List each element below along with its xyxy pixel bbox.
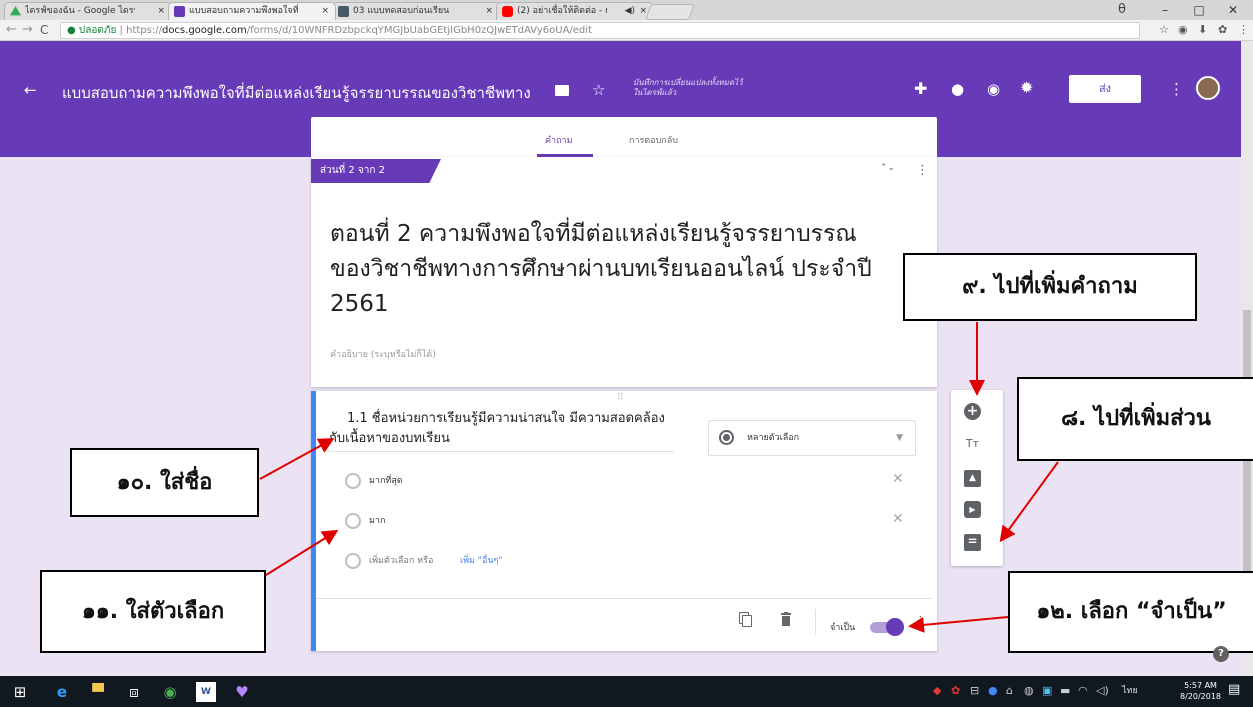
- edge-icon[interactable]: e: [52, 682, 72, 702]
- arrow-to-question-title: [259, 438, 335, 480]
- volume-icon[interactable]: ◁): [1096, 684, 1109, 698]
- browser-tab-forms[interactable]: แบบสอบถามความพึงพอใจที่มี ×: [168, 2, 336, 20]
- chrome-icon[interactable]: ◉: [160, 682, 180, 702]
- maps-pin-icon[interactable]: ♥: [232, 682, 252, 702]
- clock-time: 5:57 AM: [1184, 681, 1217, 690]
- tray-app-icon[interactable]: ▣: [1042, 684, 1052, 698]
- arrow-to-required: [908, 616, 1009, 633]
- bluetooth-icon[interactable]: ●: [988, 684, 998, 698]
- shield-icon[interactable]: ◆: [933, 684, 941, 698]
- wifi-icon[interactable]: ◠: [1078, 684, 1088, 698]
- file-explorer-icon[interactable]: ▀: [88, 682, 108, 702]
- windows-taskbar: ⊞ e ▀ ⧈ ◉ W ♥ ◆ ✿ ⊟ ● ⌂ ◍ ▣ ▬ ◠ ◁) ไทย ▤: [0, 676, 1253, 707]
- close-icon[interactable]: ×: [321, 3, 329, 19]
- language-indicator[interactable]: ไทย: [1122, 684, 1138, 698]
- tray-app-icon[interactable]: ◍: [1024, 684, 1034, 698]
- arrow-to-add-section: [999, 461, 1059, 543]
- tray-app-icon[interactable]: ✿: [951, 684, 960, 698]
- arrow-to-options: [265, 529, 339, 576]
- clock-date: 8/20/2018: [1180, 692, 1222, 701]
- store-icon[interactable]: ⧈: [124, 682, 144, 702]
- forms-icon: [174, 6, 185, 17]
- screenshot-root: ไดรฟ์ของฉัน - Google ไดรฟ์ × แบบสอบถามคว…: [0, 0, 1253, 707]
- tab-label: แบบสอบถามความพึงพอใจที่มี: [189, 6, 299, 16]
- help-button[interactable]: ?: [1213, 646, 1229, 662]
- battery-icon[interactable]: ▬: [1060, 684, 1070, 698]
- tray-app-icon[interactable]: ⌂: [1006, 684, 1013, 698]
- windows-start-icon[interactable]: ⊞: [10, 682, 30, 702]
- tray-app-icon[interactable]: ⊟: [970, 684, 979, 698]
- notification-icon[interactable]: ▤: [1228, 683, 1240, 697]
- word-icon[interactable]: W: [196, 682, 216, 702]
- annotation-arrows: [259, 322, 1059, 633]
- clock[interactable]: 5:57 AM 8/20/2018: [1180, 680, 1221, 702]
